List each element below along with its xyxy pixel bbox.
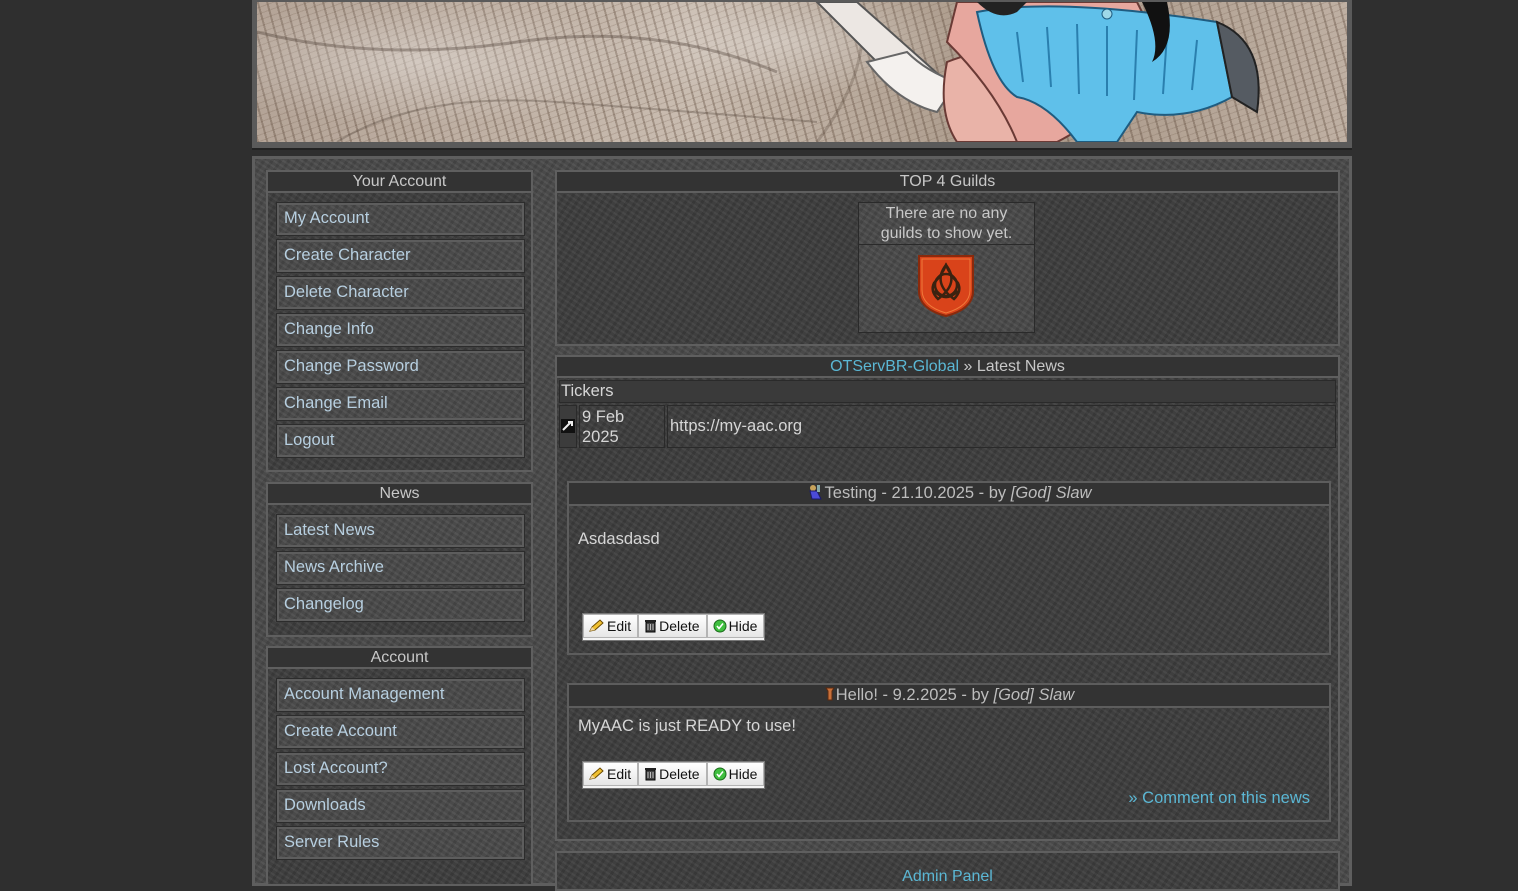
menu-title-your-account: Your Account — [268, 172, 531, 193]
pencil-icon — [589, 619, 604, 632]
guilds-empty-line2: guilds to show yet. — [880, 225, 1013, 242]
menu-item-my-account[interactable]: My Account — [276, 202, 525, 236]
guilds-empty-line1: There are no any — [885, 205, 1008, 222]
menu-item-change-email[interactable]: Change Email — [276, 387, 525, 421]
menu-news: News Latest News News Archive Changelog — [266, 482, 533, 637]
menu-account: Account Account Management Create Accoun… — [266, 646, 533, 886]
ticker-row: 9 Feb 2025 https://my-aac.org — [559, 405, 1336, 449]
menu-title-account: Account — [268, 648, 531, 669]
guilds-empty-box: There are no any guilds to show yet. — [858, 202, 1035, 333]
latest-news-heading: Latest News — [976, 358, 1065, 375]
delete-button[interactable]: Delete — [638, 614, 707, 638]
check-circle-icon — [713, 767, 727, 781]
menu-item-change-info[interactable]: Change Info — [276, 313, 525, 347]
menu-item-change-password[interactable]: Change Password — [276, 350, 525, 384]
ticker-date-year: 2025 — [582, 428, 619, 446]
menu-item-news-archive[interactable]: News Archive — [276, 551, 525, 585]
banner-artwork — [257, 2, 1260, 142]
delete-label: Delete — [659, 618, 700, 634]
hide-button[interactable]: Hide — [706, 614, 765, 638]
guilds-empty-message: There are no any guilds to show yet. — [859, 203, 1034, 245]
news-admin-buttons: Edit Delete Hide — [582, 613, 766, 641]
check-circle-icon — [713, 619, 727, 633]
edit-button[interactable]: Edit — [583, 614, 639, 638]
news-category-icon — [824, 687, 835, 701]
news-author: [God] Slaw — [1010, 484, 1092, 502]
delete-label: Delete — [659, 766, 700, 782]
latest-news-panel: OTServBR-Global » Latest News Tickers 9 … — [555, 355, 1340, 841]
menu-item-account-management[interactable]: Account Management — [276, 678, 525, 712]
menu-item-create-account[interactable]: Create Account — [276, 715, 525, 749]
edit-label: Edit — [607, 618, 632, 634]
top-guilds-panel: TOP 4 Guilds There are no any guilds to … — [555, 170, 1340, 346]
edit-label: Edit — [607, 766, 632, 782]
header-banner-image — [257, 2, 1347, 142]
menu-item-latest-news[interactable]: Latest News — [276, 514, 525, 548]
site-name-link[interactable]: OTServBR-Global — [830, 358, 959, 375]
news-body: Asdasdasd — [578, 530, 660, 548]
hide-label: Hide — [728, 618, 758, 634]
ticker-text: https://my-aac.org — [667, 405, 1336, 448]
latest-news-title: OTServBR-Global » Latest News — [557, 357, 1338, 378]
pencil-icon — [589, 767, 604, 780]
menu-item-delete-character[interactable]: Delete Character — [276, 276, 525, 310]
news-article-testing: Testing - 21.10.2025 - by [God] Slaw Asd… — [567, 481, 1331, 655]
hide-label: Hide — [728, 766, 758, 782]
news-article-title: Hello! - 9.2.2025 - by [God] Slaw — [569, 685, 1329, 708]
trash-icon — [645, 768, 657, 781]
edit-button[interactable]: Edit — [583, 762, 639, 786]
news-title-text: Testing - 21.10.2025 - by — [824, 484, 1011, 502]
news-category-icon — [808, 485, 822, 500]
news-title-text: Hello! - 9.2.2025 - by — [835, 686, 994, 704]
menu-item-changelog[interactable]: Changelog — [276, 588, 525, 622]
news-article-title: Testing - 21.10.2025 - by [God] Slaw — [569, 483, 1329, 506]
comment-on-news-link[interactable]: » Comment on this news — [1128, 789, 1310, 808]
tickers-header: Tickers — [559, 380, 1336, 403]
news-article-hello: Hello! - 9.2.2025 - by [God] Slaw MyAAC … — [567, 683, 1331, 822]
ticker-icon — [561, 419, 575, 433]
admin-panel: Admin Panel — [555, 851, 1340, 891]
menu-title-news: News — [268, 484, 531, 505]
top-guilds-title: TOP 4 Guilds — [557, 172, 1338, 193]
menu-your-account: Your Account My Account Create Character… — [266, 170, 533, 472]
menu-item-server-rules[interactable]: Server Rules — [276, 826, 525, 860]
ticker-icon-cell — [559, 405, 577, 448]
menu-item-downloads[interactable]: Downloads — [276, 789, 525, 823]
delete-button[interactable]: Delete — [638, 762, 707, 786]
menu-item-logout[interactable]: Logout — [276, 424, 525, 458]
menu-item-create-character[interactable]: Create Character — [276, 239, 525, 273]
news-admin-buttons: Edit Delete Hide — [582, 761, 766, 789]
ticker-date: 9 Feb 2025 — [579, 405, 665, 448]
news-body: MyAAC is just READY to use! — [578, 717, 796, 735]
trash-icon — [645, 620, 657, 633]
hide-button[interactable]: Hide — [706, 762, 765, 786]
header-banner-frame — [252, 0, 1352, 150]
menu-item-lost-account[interactable]: Lost Account? — [276, 752, 525, 786]
guild-shield-icon — [918, 255, 974, 318]
ticker-date-day: 9 Feb — [582, 408, 625, 426]
breadcrumb-separator: » — [959, 358, 977, 375]
main-content-wrapper: Your Account My Account Create Character… — [252, 156, 1352, 891]
news-author: [God] Slaw — [993, 686, 1075, 704]
